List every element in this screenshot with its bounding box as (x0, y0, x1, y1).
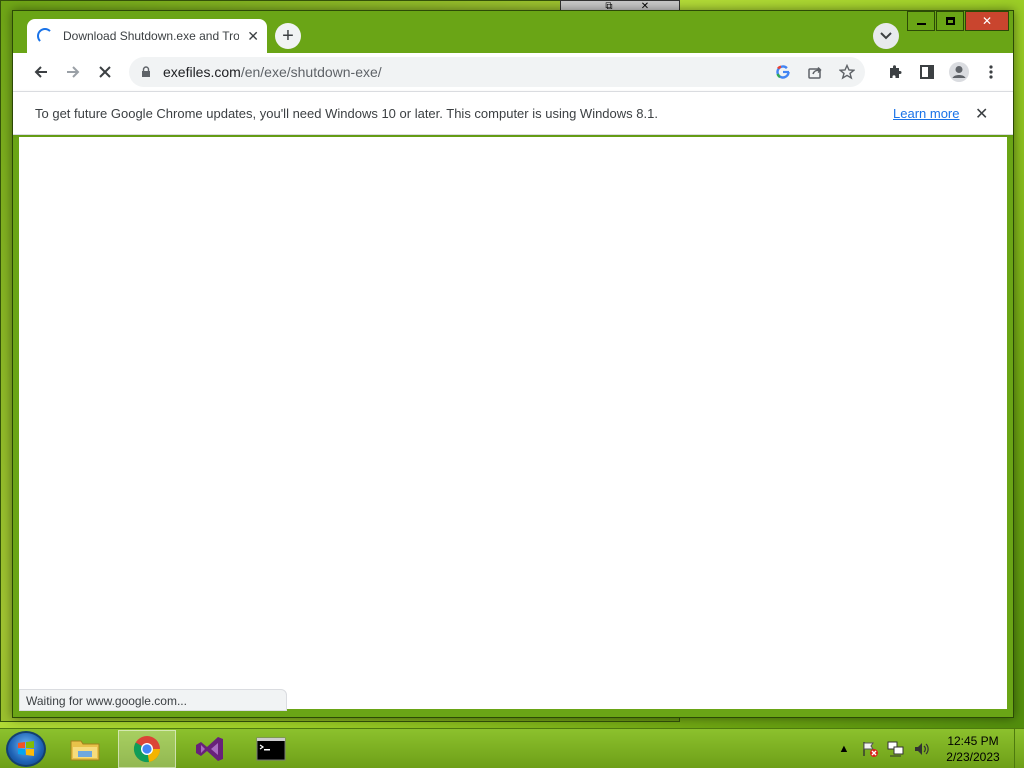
show-hidden-icons-icon[interactable]: ▲ (834, 739, 854, 759)
chevron-down-icon (880, 32, 892, 40)
file-explorer-taskbar-button[interactable] (56, 730, 114, 768)
tab-search-button[interactable] (873, 23, 899, 49)
tab-close-icon[interactable]: ✕ (247, 28, 259, 45)
action-center-flag-icon[interactable] (860, 739, 880, 759)
show-desktop-button[interactable] (1014, 729, 1024, 768)
learn-more-link[interactable]: Learn more (893, 106, 959, 121)
chrome-titlebar: Download Shutdown.exe and Troubleshoot ✕… (13, 11, 1013, 53)
window-controls: ✕ (906, 11, 1009, 31)
volume-icon[interactable] (912, 739, 932, 759)
command-prompt-icon (256, 737, 286, 761)
start-button[interactable] (6, 731, 46, 767)
new-tab-button[interactable]: + (275, 23, 301, 49)
visual-studio-taskbar-button[interactable] (180, 730, 238, 768)
back-button[interactable] (27, 58, 55, 86)
omnibox-actions (763, 60, 859, 84)
page-content[interactable] (19, 137, 1007, 709)
infobar-message: To get future Google Chrome updates, you… (35, 105, 658, 121)
taskbar: ▲ 12:45 PM 2/23/2023 (0, 728, 1024, 768)
clock-time: 12:45 PM (947, 734, 999, 748)
url-text: exefiles.com/en/exe/shutdown-exe/ (163, 64, 382, 80)
chrome-window: Download Shutdown.exe and Troubleshoot ✕… (12, 10, 1014, 718)
chrome-icon (133, 736, 161, 763)
stop-icon (99, 66, 111, 78)
bookmark-star-icon[interactable] (835, 60, 859, 84)
command-prompt-taskbar-button[interactable] (242, 730, 300, 768)
browser-toolbar: exefiles.com/en/exe/shutdown-exe/ (13, 53, 1013, 91)
forward-arrow-icon (67, 66, 80, 78)
folder-icon (70, 740, 100, 761)
more-menu-icon[interactable] (977, 58, 1005, 86)
maximize-button[interactable] (936, 11, 964, 31)
tab-title: Download Shutdown.exe and Troubleshoot (63, 29, 239, 43)
clock-date: 2/23/2023 (946, 750, 1000, 764)
browser-tab[interactable]: Download Shutdown.exe and Troubleshoot ✕ (27, 19, 267, 53)
status-bubble: Waiting for www.google.com... (19, 689, 287, 711)
infobar-close-icon[interactable]: ✕ (975, 104, 988, 124)
lock-icon (142, 66, 150, 77)
profile-avatar-icon[interactable] (945, 58, 973, 86)
visual-studio-icon (196, 737, 223, 761)
close-window-button[interactable]: ✕ (965, 11, 1009, 31)
network-icon[interactable] (886, 739, 906, 759)
chrome-taskbar-button[interactable] (118, 730, 176, 768)
forward-button[interactable] (59, 58, 87, 86)
clock[interactable]: 12:45 PM 2/23/2023 (938, 733, 1008, 765)
system-tray: ▲ 12:45 PM 2/23/2023 (834, 729, 1024, 768)
side-panel-icon[interactable] (913, 58, 941, 86)
google-lens-icon[interactable] (771, 60, 795, 84)
address-bar[interactable]: exefiles.com/en/exe/shutdown-exe/ (129, 57, 865, 87)
update-infobar: To get future Google Chrome updates, you… (13, 91, 1013, 135)
minimize-button[interactable] (907, 11, 935, 31)
back-arrow-icon (34, 66, 47, 78)
share-icon[interactable] (803, 60, 827, 84)
stop-loading-button[interactable] (91, 58, 119, 86)
toolbar-right (877, 58, 1005, 86)
extensions-puzzle-icon[interactable] (881, 58, 909, 86)
loading-spinner-icon (37, 28, 53, 44)
windows-logo-icon (18, 741, 34, 756)
